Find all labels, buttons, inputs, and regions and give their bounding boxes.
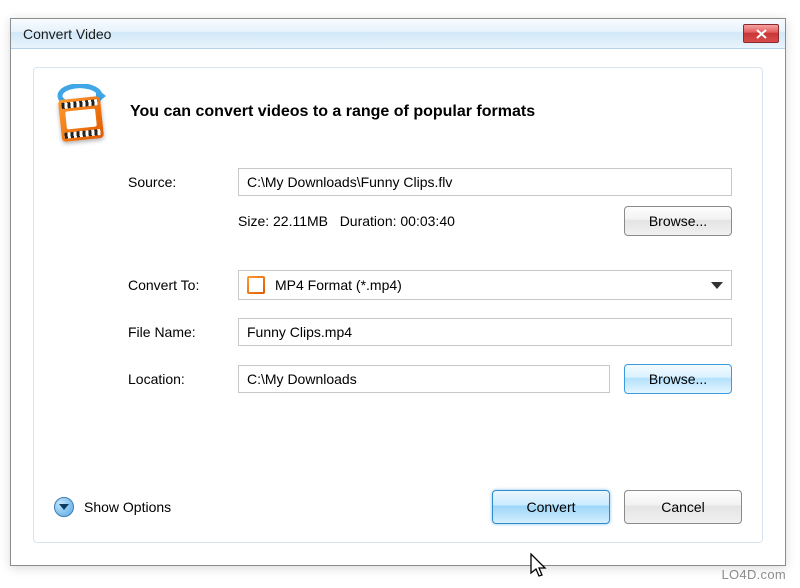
size-value: 22.11MB [273, 213, 328, 229]
show-options-label: Show Options [84, 499, 171, 515]
header: You can convert videos to a range of pop… [54, 84, 742, 140]
source-info-row: Size: 22.11MB Duration: 00:03:40 Browse.… [128, 206, 732, 236]
close-button[interactable] [743, 24, 779, 43]
source-info: Size: 22.11MB Duration: 00:03:40 [238, 213, 624, 229]
location-label: Location: [128, 371, 238, 387]
cancel-button[interactable]: Cancel [624, 490, 742, 524]
dialog-content: You can convert videos to a range of pop… [33, 67, 763, 543]
source-row: Source: [128, 168, 732, 196]
convert-video-dialog: Convert Video You can convert videos to … [10, 18, 786, 566]
source-label: Source: [128, 174, 238, 190]
location-row: Location: Browse... [128, 364, 732, 394]
source-input[interactable] [238, 168, 732, 196]
chevron-down-icon [711, 282, 723, 289]
location-input[interactable] [238, 365, 610, 393]
show-options-toggle[interactable]: Show Options [54, 497, 171, 517]
filename-input[interactable] [238, 318, 732, 346]
browse-source-button[interactable]: Browse... [624, 206, 732, 236]
headline: You can convert videos to a range of pop… [130, 103, 535, 121]
window-title: Convert Video [23, 26, 743, 42]
convert-to-select[interactable]: MP4 Format (*.mp4) [238, 270, 732, 300]
filename-label: File Name: [128, 324, 238, 340]
format-icon [247, 276, 265, 294]
convert-to-value: MP4 Format (*.mp4) [275, 277, 402, 293]
titlebar: Convert Video [11, 19, 785, 49]
convert-video-icon [54, 84, 110, 140]
duration-value: 00:03:40 [400, 213, 455, 229]
duration-label: Duration: [340, 213, 397, 229]
convert-to-row: Convert To: MP4 Format (*.mp4) [128, 270, 732, 300]
footer: Show Options Convert Cancel [54, 490, 742, 524]
browse-location-button[interactable]: Browse... [624, 364, 732, 394]
close-icon [756, 29, 767, 39]
convert-button[interactable]: Convert [492, 490, 610, 524]
watermark: LO4D.com [721, 567, 786, 582]
expand-icon [54, 497, 74, 517]
convert-to-label: Convert To: [128, 277, 238, 293]
form: Source: Size: 22.11MB Duration: 00:03:40… [54, 168, 742, 394]
size-label: Size: [238, 213, 269, 229]
filename-row: File Name: [128, 318, 732, 346]
